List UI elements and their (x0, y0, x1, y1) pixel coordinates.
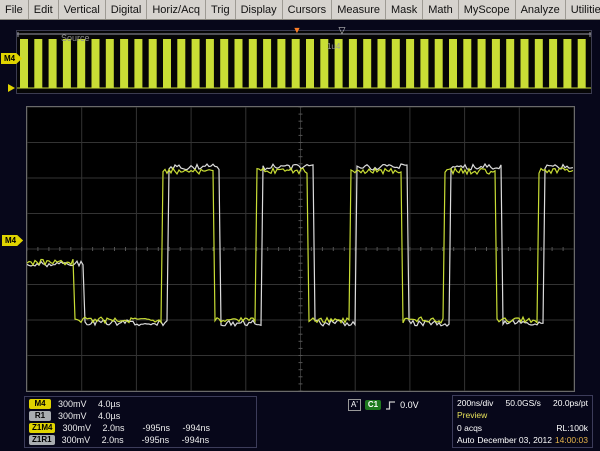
time-label: 14:00:03 (555, 435, 588, 445)
menu-item-digital[interactable]: Digital (106, 0, 148, 19)
acq-count: 0 acqs (457, 423, 482, 433)
menu-item-display[interactable]: Display (236, 0, 283, 19)
menu-item-myscope[interactable]: MyScope (459, 0, 516, 19)
horizontal-scale: 2.0ns (102, 423, 135, 433)
channel-readouts: M4 300mV 4.0µs R1 300mV 4.0µs Z1M4 300mV… (24, 396, 257, 448)
zoom-position-marker-icon[interactable]: ▽ (338, 26, 345, 35)
main-display: M4 (26, 106, 575, 392)
menu-item-measure[interactable]: Measure (332, 0, 386, 19)
acquisition-readout: 200ns/div 50.0GS/s 20.0ps/pt Preview 0 a… (452, 395, 593, 448)
resolution: 20.0ps/pt (553, 398, 588, 408)
preview-row: Preview (457, 410, 588, 420)
menu-item-math[interactable]: Math (423, 0, 458, 19)
cursor-a-position: -995ns (142, 423, 175, 433)
trigger-mode: Auto (457, 435, 475, 445)
datetime-row: Auto December 03, 2012 14:00:03 (457, 435, 588, 445)
timebase: 200ns/div (457, 398, 493, 408)
record-length: RL:100k (556, 423, 588, 433)
horizontal-scale: 4.0µs (98, 411, 131, 421)
oscilloscope-app: File Edit Vertical Digital Horiz/Acq Tri… (0, 0, 600, 451)
horizontal-scale: 4.0µs (98, 399, 131, 409)
trigger-a-label[interactable]: A' (348, 399, 361, 411)
sample-rate: 50.0GS/s (505, 398, 540, 408)
readout-row-z1m4: Z1M4 300mV 2.0ns -995ns -994ns (29, 423, 252, 434)
channel-badge-m4[interactable]: M4 (29, 399, 51, 409)
source-label: Source (61, 33, 90, 43)
readout-row-z1r1: Z1R1 300mV 2.0ns -995ns -994ns (29, 435, 252, 446)
vertical-scale: 300mV (58, 399, 91, 409)
horizontal-readout: 200ns/div 50.0GS/s 20.0ps/pt (457, 398, 588, 408)
rising-edge-icon (385, 400, 396, 411)
preview-status: Preview (457, 410, 487, 420)
trigger-position-marker-icon[interactable]: ▼ (293, 26, 302, 35)
menu-item-edit[interactable]: Edit (29, 0, 59, 19)
menu-item-trig[interactable]: Trig (206, 0, 236, 19)
channel-badge-z1r1[interactable]: Z1R1 (29, 435, 55, 445)
trigger-readout: A' C1 0.0V (348, 399, 419, 411)
cursor-a-position: -995ns (142, 435, 175, 445)
vertical-scale: 300mV (62, 423, 95, 433)
readout-row-m4: M4 300mV 4.0µs (29, 399, 252, 410)
menu-item-vertical[interactable]: Vertical (59, 0, 106, 19)
channel-badge-z1m4[interactable]: Z1M4 (29, 423, 55, 433)
waveform-display (27, 107, 574, 391)
cursor-b-position: -994ns (182, 423, 215, 433)
menu-item-file[interactable]: File (0, 0, 29, 19)
ground-marker-icon[interactable] (8, 84, 15, 92)
status-bar: M4 300mV 4.0µs R1 300mV 4.0µs Z1M4 300mV… (0, 392, 600, 451)
menu-item-utilities[interactable]: Utilities (566, 0, 600, 19)
readout-row-r1: R1 300mV 4.0µs (29, 411, 252, 422)
zoom-marker-label: 1u4 (327, 42, 340, 51)
channel-badge-r1[interactable]: R1 (29, 411, 51, 421)
menu-item-cursors[interactable]: Cursors (283, 0, 333, 19)
acq-count-row: 0 acqs RL:100k (457, 423, 588, 433)
vertical-scale: 300mV (62, 435, 95, 445)
menu-bar: File Edit Vertical Digital Horiz/Acq Tri… (0, 0, 600, 20)
date-label: December 03, 2012 (477, 435, 552, 445)
cursor-b-position: -994ns (182, 435, 215, 445)
menu-item-horiz-acq[interactable]: Horiz/Acq (147, 0, 206, 19)
menu-item-mask[interactable]: Mask (386, 0, 423, 19)
overview-waveform (17, 31, 591, 93)
menu-item-analyze[interactable]: Analyze (516, 0, 566, 19)
trigger-level: 0.0V (400, 400, 419, 410)
horizontal-scale: 2.0ns (102, 435, 135, 445)
trigger-source-badge[interactable]: C1 (365, 400, 381, 410)
overview-strip: Source ▼ ▽ 1u4 M4 (16, 30, 592, 94)
vertical-scale: 300mV (58, 411, 91, 421)
channel-marker-m4-main[interactable]: M4 (2, 235, 23, 246)
